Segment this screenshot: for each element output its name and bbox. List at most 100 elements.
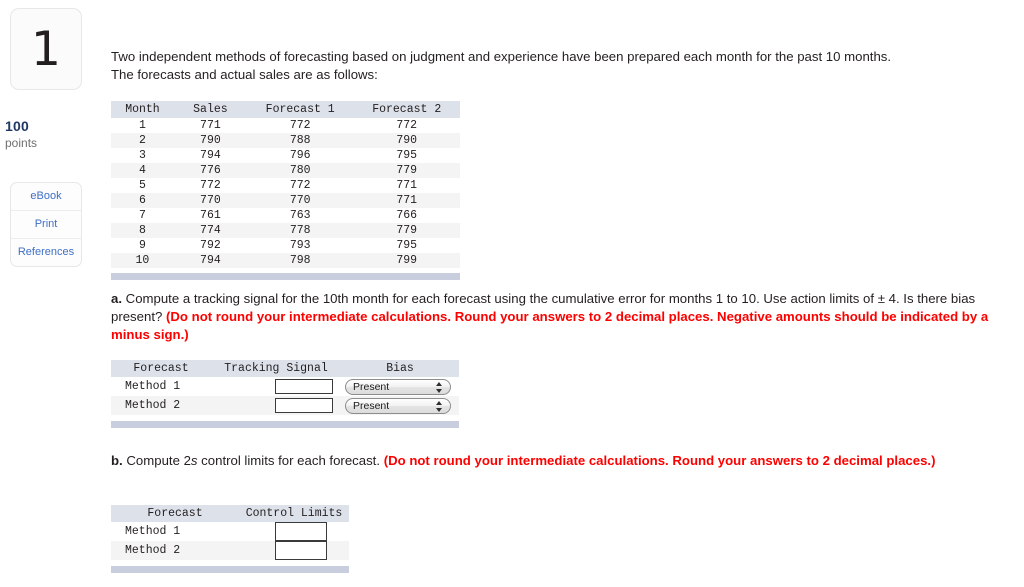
table-row: 1 771 772 772 <box>111 118 460 133</box>
control-limits-input-method-1[interactable] <box>275 522 327 541</box>
cell-forecast-2: 795 <box>353 148 460 163</box>
points-value: 100 <box>5 118 29 134</box>
cell-forecast-2: 772 <box>353 118 460 133</box>
cell-month: 9 <box>111 238 174 253</box>
print-button[interactable]: Print <box>11 210 81 238</box>
part-a-label: a. <box>111 291 122 306</box>
forecast-data-table-wrapper: Month Sales Forecast 1 Forecast 2 1 771 77… <box>111 101 460 280</box>
cell-sales: 770 <box>173 193 247 208</box>
cell-forecast-2: 766 <box>353 208 460 223</box>
table-row: 3 794 796 795 <box>111 148 460 163</box>
column-header-forecast: Forecast <box>111 360 211 377</box>
bias-select-value-method-2: Present <box>353 399 390 412</box>
cell-control-limits <box>239 541 349 560</box>
cell-sales: 794 <box>173 253 247 268</box>
part-b-prompt: b. Compute 2s control limits for each fo… <box>111 452 1011 470</box>
cell-forecast-2: 799 <box>353 253 460 268</box>
ebook-button[interactable]: eBook <box>11 183 81 210</box>
table-header-row: Month Sales Forecast 1 Forecast 2 <box>111 101 460 118</box>
cell-sales: 761 <box>173 208 247 223</box>
bias-select-method-2[interactable]: Present <box>345 397 451 414</box>
table-footer-bar <box>111 273 460 280</box>
cell-bias: Present <box>341 377 459 396</box>
cell-sales: 771 <box>173 118 247 133</box>
table-footer-bar <box>111 421 459 428</box>
table-row: 9 792 793 795 <box>111 238 460 253</box>
cell-method-label: Method 2 <box>111 541 239 560</box>
cell-month: 3 <box>111 148 174 163</box>
cell-sales: 792 <box>173 238 247 253</box>
control-limits-input-method-2[interactable] <box>275 541 327 560</box>
part-b-red-note: (Do not round your intermediate calculat… <box>383 453 936 468</box>
cell-sales: 790 <box>173 133 247 148</box>
part-a-answer-table-body: Method 1 Present Method 2 Present <box>111 377 459 415</box>
cell-month: 4 <box>111 163 174 178</box>
cell-sales: 776 <box>173 163 247 178</box>
table-header-row: Forecast Tracking Signal Bias <box>111 360 459 377</box>
cell-forecast-1: 763 <box>246 208 354 223</box>
column-header-tracking-signal: Tracking Signal <box>211 360 341 377</box>
table-row: Method 2 <box>111 541 349 560</box>
part-b-text-italic: s <box>190 453 198 468</box>
table-row: Method 1 <box>111 522 349 541</box>
cell-forecast-1: 793 <box>246 238 354 253</box>
cell-forecast-1: 772 <box>246 118 354 133</box>
table-row: 2 790 788 790 <box>111 133 460 148</box>
cell-forecast-2: 790 <box>353 133 460 148</box>
bias-select-value-method-1: Present <box>353 380 390 393</box>
part-a-prompt: a. Compute a tracking signal for the 10t… <box>111 290 1011 344</box>
cell-forecast-2: 795 <box>353 238 460 253</box>
cell-forecast-2: 771 <box>353 178 460 193</box>
part-a-answer-table-wrapper: Forecast Tracking Signal Bias Method 1 P… <box>111 360 459 428</box>
part-b-label: b. <box>111 453 123 468</box>
cell-sales: 794 <box>173 148 247 163</box>
bias-select-method-1[interactable]: Present <box>345 378 451 395</box>
cell-method-label: Method 2 <box>111 396 211 415</box>
column-header-sales: Sales <box>173 101 247 118</box>
cell-forecast-1: 798 <box>246 253 354 268</box>
cell-month: 10 <box>111 253 174 268</box>
column-header-month: Month <box>111 101 174 118</box>
part-b-answer-table-wrapper: Forecast Control Limits Method 1 Method … <box>111 505 349 573</box>
column-header-bias: Bias <box>341 360 459 377</box>
stem-line-1: Two independent methods of forecasting b… <box>111 49 892 64</box>
cell-method-label: Method 1 <box>111 377 211 396</box>
tool-button-group: eBook Print References <box>10 182 82 267</box>
question-number-card: 1 <box>10 8 82 90</box>
cell-forecast-2: 779 <box>353 163 460 178</box>
cell-forecast-2: 779 <box>353 223 460 238</box>
cell-month: 1 <box>111 118 174 133</box>
tracking-signal-input-method-2[interactable] <box>275 398 333 413</box>
forecast-data-table: Month Sales Forecast 1 Forecast 2 1 771 77… <box>111 101 460 268</box>
column-header-control-limits: Control Limits <box>239 505 349 522</box>
cell-month: 6 <box>111 193 174 208</box>
tracking-signal-input-method-1[interactable] <box>275 379 333 394</box>
table-row: 7 761 763 766 <box>111 208 460 223</box>
table-row: 5 772 772 771 <box>111 178 460 193</box>
stepper-arrows-icon <box>435 400 444 413</box>
cell-forecast-2: 771 <box>353 193 460 208</box>
part-b-answer-table-body: Method 1 Method 2 <box>111 522 349 560</box>
cell-method-label: Method 1 <box>111 522 239 541</box>
cell-forecast-1: 780 <box>246 163 354 178</box>
table-row: 10 794 798 799 <box>111 253 460 268</box>
part-b-answer-table: Forecast Control Limits Method 1 Method … <box>111 505 349 560</box>
column-header-forecast-1: Forecast 1 <box>246 101 354 118</box>
cell-forecast-1: 770 <box>246 193 354 208</box>
cell-tracking-signal <box>211 396 341 415</box>
table-row: 6 770 770 771 <box>111 193 460 208</box>
cell-tracking-signal <box>211 377 341 396</box>
column-header-forecast: Forecast <box>111 505 239 522</box>
points-label: points <box>5 136 38 150</box>
cell-month: 7 <box>111 208 174 223</box>
references-button[interactable]: References <box>11 238 81 266</box>
table-row: 8 774 778 779 <box>111 223 460 238</box>
cell-month: 5 <box>111 178 174 193</box>
cell-forecast-1: 778 <box>246 223 354 238</box>
question-sidebar: 1 100 points eBook Print References <box>0 0 105 587</box>
cell-bias: Present <box>341 396 459 415</box>
question-number: 1 <box>31 21 61 77</box>
column-header-forecast-2: Forecast 2 <box>353 101 460 118</box>
cell-sales: 772 <box>173 178 247 193</box>
part-b-text-post: control limits for each forecast. <box>197 453 384 468</box>
